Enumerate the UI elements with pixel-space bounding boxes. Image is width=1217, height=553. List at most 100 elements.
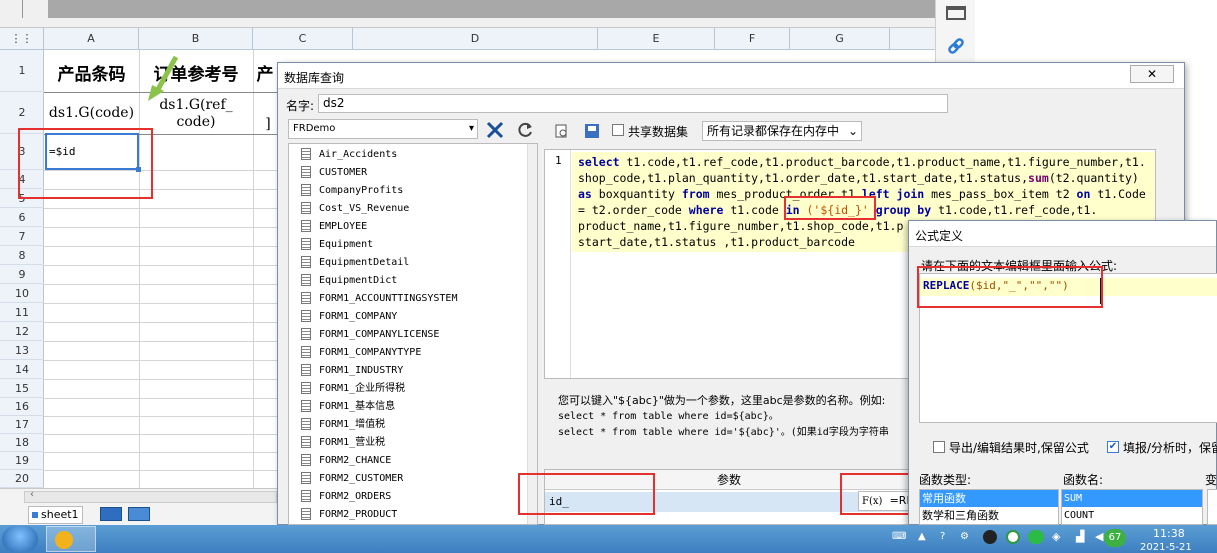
col-header-e[interactable]: E [598,28,715,50]
table-icon [301,490,311,502]
hyperlink-icon[interactable] [946,36,966,56]
select-all-corner[interactable]: ⋮⋮ [0,28,44,50]
table-icon [301,328,311,340]
list-item[interactable]: FORM1_企业所得税 [301,380,405,398]
list-item[interactable]: FORM1_ACCOUNTTINGSYSTEM [301,290,457,308]
list-item[interactable]: 常用函数 [920,490,1058,507]
table-icon [301,274,311,286]
list-item[interactable]: Equipment [301,236,373,254]
row-header-17[interactable]: 17 [0,416,44,434]
list-item[interactable]: FORM1_增值税 [301,416,385,434]
cell-a2[interactable]: ds1.G(code) [44,105,139,122]
preview-icon[interactable] [554,123,570,139]
wechat-icon[interactable] [1028,530,1044,544]
row-header-1[interactable]: 1 [0,50,44,92]
row-header-9[interactable]: 9 [0,265,44,284]
save-query-icon[interactable] [584,123,600,139]
function-type-list[interactable]: 常用函数 数学和三角函数 [919,489,1059,525]
sheet-tab[interactable]: sheet1 [28,506,83,524]
help-icon[interactable]: ? [940,531,945,542]
keep-formula-export-label: 导出/编辑结果时,保留公式 [949,441,1089,455]
row-header-10[interactable]: 10 [0,284,44,303]
col-header-g[interactable]: G [790,28,890,50]
list-item[interactable]: 数学和三角函数 [920,507,1058,524]
cell-c2[interactable]: ] [262,116,274,133]
list-item[interactable]: FORM1_营业税 [301,434,385,452]
row-header-19[interactable]: 19 [0,452,44,470]
row-header-14[interactable]: 14 [0,360,44,379]
row-header-7[interactable]: 7 [0,227,44,246]
tray-app-icon[interactable] [1006,530,1020,544]
list-item[interactable]: EquipmentDict [301,272,397,290]
connection-settings-icon[interactable] [486,121,504,139]
clock-date[interactable]: 2021-5-21 [1140,542,1192,553]
list-item[interactable]: CompanyProfits [301,182,403,200]
qq-icon[interactable] [983,530,997,544]
list-item[interactable]: FORM2_CHANCE [301,452,391,470]
list-item[interactable]: EquipmentDetail [301,254,409,272]
row-header-8[interactable]: 8 [0,246,44,265]
cache-mode-select[interactable]: 所有记录都保存在内存中 ⌄ [702,121,862,141]
row-header-18[interactable]: 18 [0,434,44,452]
add-sheet-icon[interactable] [100,507,122,521]
col-header-a[interactable]: A [44,28,139,50]
row-header-16[interactable]: 16 [0,398,44,416]
row-header-15[interactable]: 15 [0,379,44,398]
variable-list[interactable] [1207,489,1217,525]
notification-badge[interactable]: 67 [1104,529,1126,547]
keyboard-icon[interactable]: ⌨ [892,531,906,542]
line-gutter: 1 [545,150,571,378]
list-item[interactable]: CUSTOMER [301,164,367,182]
list-item[interactable]: Air_Accidents [301,146,397,164]
row-header-13[interactable]: 13 [0,341,44,360]
clock-time[interactable]: 11:38 [1153,527,1185,540]
list-item[interactable]: FORM1_INDUSTRY [301,362,403,380]
cell-c1[interactable]: 产 [253,60,277,85]
function-name-list[interactable]: SUM COUNT [1061,489,1203,525]
keep-formula-export-checkbox[interactable] [933,441,945,453]
list-item[interactable]: COUNT [1062,507,1202,524]
name-input[interactable]: ds2 [318,94,948,113]
list-item[interactable]: SUM [1062,490,1202,507]
list-item[interactable]: FORM2_PRODUCT [301,506,397,524]
table-list[interactable]: Air_Accidents CUSTOMER CompanyProfits Co… [288,143,538,525]
col-header-d[interactable]: D [353,28,598,50]
datasource-value: FRDemo [293,123,336,134]
table-icon [301,364,311,376]
network-icon[interactable]: ▟ [1076,530,1084,543]
list-item[interactable]: FORM1_COMPANY [301,308,397,326]
cell-a1[interactable]: 产品条码 [44,60,139,85]
row-header-12[interactable]: 12 [0,322,44,341]
volume-icon[interactable]: ◀ [1095,530,1103,543]
share-dataset-checkbox[interactable] [612,124,624,136]
scroll-left-icon[interactable]: ‹ [30,489,34,500]
col-header-c[interactable]: C [253,28,353,50]
col-header-b[interactable]: B [139,28,253,50]
show-hidden-icons-icon[interactable]: ▲ [918,531,926,542]
datasource-select[interactable]: FRDemo ▾ [288,119,478,139]
col-header-f[interactable]: F [715,28,790,50]
security-icon[interactable]: ◈ [1052,530,1060,543]
grid-line [44,208,277,209]
list-item[interactable]: EMPLOYEE [301,218,367,236]
list-item[interactable]: Cost_VS_Revenue [301,200,409,218]
start-button[interactable] [2,526,38,552]
grid-line [44,452,277,453]
row-header-20[interactable]: 20 [0,470,44,488]
taskbar-app-button[interactable] [46,526,96,552]
refresh-icon[interactable] [516,121,534,139]
list-item[interactable]: FORM2_ORDERS [301,488,391,506]
row-header-6[interactable]: 6 [0,208,44,227]
list-item[interactable]: FORM1_COMPANYLICENSE [301,326,439,344]
list-item[interactable]: FORM1_基本信息 [301,398,395,416]
list-item[interactable]: FORM1_COMPANYTYPE [301,344,421,362]
list-item[interactable]: FORM2_CUSTOMER [301,470,403,488]
row-header-11[interactable]: 11 [0,303,44,322]
list-scrollbar[interactable] [527,144,537,524]
keep-formula-fill-checkbox[interactable]: ✔ [1107,441,1119,453]
close-button[interactable]: ✕ [1130,65,1174,83]
horizontal-scrollbar[interactable] [24,491,277,503]
cell-attribute-icon[interactable] [946,6,966,20]
add-form-icon[interactable] [128,507,150,521]
tray-icon[interactable]: ⚙ [960,531,969,542]
